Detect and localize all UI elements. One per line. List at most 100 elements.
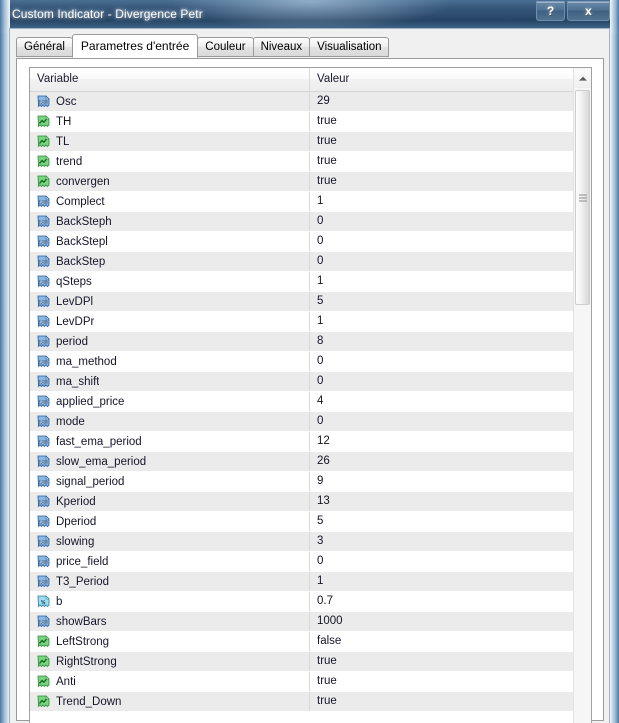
table-row[interactable]: RightStrongtrue [30,652,573,672]
cell-variable[interactable]: 123applied_price [30,392,310,411]
table-row[interactable]: TLtrue [30,132,573,152]
cell-variable[interactable]: 123Osc [30,92,310,111]
table-row[interactable]: ½b0.7 [30,592,573,612]
table-row[interactable]: 123Kperiod13 [30,492,573,512]
cell-variable[interactable]: 123slow_ema_period [30,452,310,471]
cell-variable[interactable]: 123BackStepl [30,232,310,251]
cell-variable[interactable]: convergen [30,172,310,191]
table-row[interactable]: 123ma_shift0 [30,372,573,392]
table-row[interactable]: trendtrue [30,152,573,172]
close-button[interactable]: x [567,1,610,21]
cell-variable[interactable]: 123price_field [30,552,310,571]
column-header-variable[interactable]: Variable [30,68,310,91]
tab-1[interactable]: Parametres d'entrée [72,34,198,58]
table-row[interactable]: 123Complect1 [30,192,573,212]
cell-variable[interactable]: 123fast_ema_period [30,432,310,451]
table-row[interactable]: 123LevDPl5 [30,292,573,312]
cell-variable[interactable]: 123LevDPl [30,292,310,311]
cell-variable[interactable]: 123Complect [30,192,310,211]
cell-value[interactable]: 5 [310,292,573,311]
cell-variable[interactable]: TH [30,112,310,131]
cell-value[interactable]: 0 [310,212,573,231]
cell-value[interactable]: true [310,652,573,671]
cell-value[interactable]: 0 [310,232,573,251]
cell-value[interactable]: 8 [310,332,573,351]
cell-variable[interactable]: LeftStrong [30,632,310,651]
table-row[interactable]: Antitrue [30,672,573,692]
table-row[interactable]: 123qSteps1 [30,272,573,292]
cell-variable[interactable]: 123ma_method [30,352,310,371]
cell-value[interactable]: 29 [310,92,573,111]
help-button[interactable]: ? [536,1,565,21]
cell-variable[interactable]: 123BackSteph [30,212,310,231]
cell-value[interactable]: true [310,672,573,691]
cell-value[interactable]: 13 [310,492,573,511]
table-row[interactable]: THtrue [30,112,573,132]
table-row[interactable]: 123slowing3 [30,532,573,552]
cell-variable[interactable]: Anti [30,672,310,691]
table-row[interactable]: 123slow_ema_period26 [30,452,573,472]
table-row[interactable]: 123period8 [30,332,573,352]
table-row[interactable]: 123BackSteph0 [30,212,573,232]
scroll-up-button[interactable] [574,70,591,88]
table-row[interactable]: LeftStrongfalse [30,632,573,652]
table-row[interactable]: 123BackStepl0 [30,232,573,252]
cell-value[interactable]: 1 [310,312,573,331]
cell-value[interactable]: 3 [310,532,573,551]
cell-value[interactable]: 1 [310,192,573,211]
cell-value[interactable]: 0 [310,372,573,391]
cell-value[interactable]: 1 [310,272,573,291]
tab-0[interactable]: Général [16,37,73,57]
cell-value[interactable]: true [310,132,573,151]
cell-variable[interactable]: TL [30,132,310,151]
table-row[interactable]: convergentrue [30,172,573,192]
cell-variable[interactable]: 123Dperiod [30,512,310,531]
tab-4[interactable]: Visualisation [309,37,389,57]
cell-variable[interactable]: 123showBars [30,612,310,631]
cell-variable[interactable]: 123Kperiod [30,492,310,511]
cell-value[interactable]: true [310,152,573,171]
table-row[interactable]: 123BackStep0 [30,252,573,272]
scrollbar-thumb[interactable] [575,90,590,305]
cell-value[interactable]: 1 [310,572,573,591]
cell-variable[interactable]: 123qSteps [30,272,310,291]
vertical-scrollbar[interactable] [573,68,591,723]
cell-value[interactable]: 9 [310,472,573,491]
table-row[interactable]: 123LevDPr1 [30,312,573,332]
cell-variable[interactable]: 123signal_period [30,472,310,491]
table-row[interactable]: 123T3_Period1 [30,572,573,592]
cell-value[interactable]: true [310,172,573,191]
cell-value[interactable]: 26 [310,452,573,471]
cell-variable[interactable]: 123T3_Period [30,572,310,591]
cell-variable[interactable]: 123BackStep [30,252,310,271]
cell-value[interactable]: 4 [310,392,573,411]
tab-3[interactable]: Niveaux [253,37,311,57]
cell-value[interactable]: 0 [310,552,573,571]
cell-variable[interactable]: 123mode [30,412,310,431]
column-header-valeur[interactable]: Valeur [310,68,573,91]
table-row[interactable]: 123showBars1000 [30,612,573,632]
cell-value[interactable]: 0 [310,352,573,371]
cell-variable[interactable]: ½b [30,592,310,611]
cell-variable[interactable]: RightStrong [30,652,310,671]
cell-value[interactable]: false [310,632,573,651]
cell-value[interactable]: 0.7 [310,592,573,611]
cell-value[interactable]: true [310,692,573,711]
table-row[interactable]: 123Dperiod5 [30,512,573,532]
table-row[interactable]: Trend_Downtrue [30,692,573,712]
table-row[interactable]: 123ma_method0 [30,352,573,372]
cell-value[interactable]: 1000 [310,612,573,631]
table-row[interactable]: 123fast_ema_period12 [30,432,573,452]
tab-2[interactable]: Couleur [197,37,253,57]
cell-variable[interactable]: 123ma_shift [30,372,310,391]
cell-value[interactable]: 5 [310,512,573,531]
cell-variable[interactable]: 123slowing [30,532,310,551]
table-row[interactable]: 123mode0 [30,412,573,432]
table-row[interactable]: 123Osc29 [30,92,573,112]
cell-variable[interactable]: Trend_Down [30,692,310,711]
cell-value[interactable]: 12 [310,432,573,451]
table-row[interactable]: 123applied_price4 [30,392,573,412]
table-row[interactable]: 123signal_period9 [30,472,573,492]
cell-value[interactable]: 0 [310,412,573,431]
cell-variable[interactable]: 123LevDPr [30,312,310,331]
